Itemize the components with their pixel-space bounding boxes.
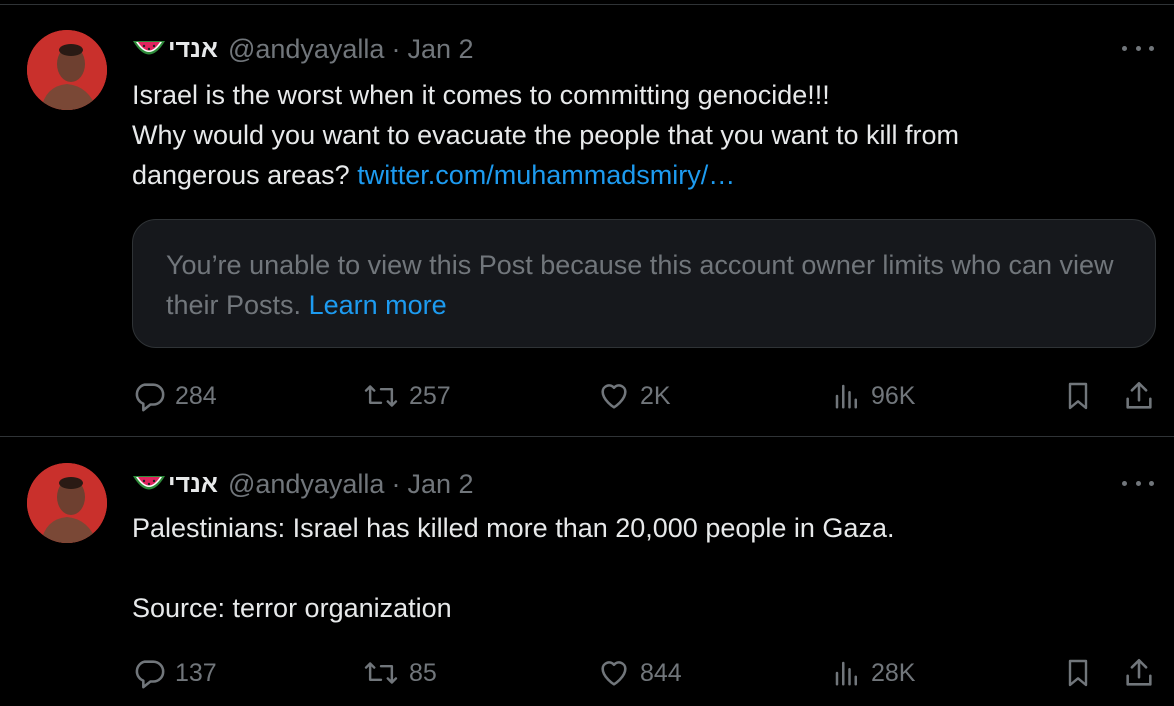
repost-icon (364, 662, 398, 684)
share-button[interactable] (1122, 655, 1165, 691)
like-button[interactable]: 2K (597, 378, 671, 414)
display-name[interactable]: אנדי (168, 470, 218, 499)
separator-dot: · (391, 33, 401, 64)
repost-icon (364, 385, 398, 407)
more-options-button[interactable] (1122, 473, 1154, 493)
tweet-text-line: Source: terror organization (132, 593, 452, 623)
tweet-text-segment: dangerous areas? (132, 160, 350, 190)
user-handle[interactable]: @andyayalla (228, 34, 385, 65)
tweet-text: Palestinians: Israel has killed more tha… (132, 508, 1142, 628)
learn-more-link[interactable]: Learn more (309, 290, 447, 320)
views-button[interactable]: 96K (832, 378, 915, 414)
share-button[interactable] (1122, 378, 1165, 414)
reply-count: 284 (175, 381, 217, 410)
heart-icon (601, 661, 627, 686)
views-icon (835, 661, 857, 686)
like-button[interactable]: 844 (597, 655, 682, 691)
post-date[interactable]: Jan 2 (407, 34, 473, 65)
avatar-image (27, 30, 107, 110)
more-options-button[interactable] (1122, 38, 1154, 58)
user-handle[interactable]: @andyayalla (228, 469, 385, 500)
more-horizontal-icon (1122, 45, 1127, 51)
like-count: 2K (640, 381, 671, 410)
reply-button[interactable]: 284 (132, 378, 217, 414)
tweet-link[interactable]: twitter.com/muhammadsmiry/… (357, 160, 735, 190)
action-bar: 284 257 2K 96K (132, 378, 1162, 414)
reply-button[interactable]: 137 (132, 655, 217, 691)
bookmark-icon (1068, 659, 1088, 687)
reply-icon (135, 383, 165, 412)
tweet-text-line: Israel is the worst when it comes to com… (132, 80, 830, 110)
avatar[interactable] (27, 30, 107, 110)
action-bar: 137 85 844 28K (132, 655, 1162, 691)
unavailable-notice: You’re unable to view this Post because … (166, 245, 1141, 325)
repost-count: 257 (409, 381, 451, 410)
bookmark-button[interactable] (1062, 378, 1103, 414)
repost-button[interactable]: 257 (362, 378, 451, 414)
display-name[interactable]: אנדי (168, 35, 218, 64)
views-icon (835, 384, 857, 409)
more-horizontal-icon (1122, 480, 1127, 486)
unavailable-quote-card: You’re unable to view this Post because … (132, 219, 1156, 348)
avatar[interactable] (27, 463, 107, 543)
bookmark-icon (1068, 382, 1088, 410)
share-icon (1126, 658, 1152, 686)
heart-icon (601, 384, 627, 409)
watermelon-icon (133, 476, 165, 490)
view-count: 96K (871, 381, 916, 410)
tweet-text-line: dangerous areas? twitter.com/muhammadsmi… (132, 155, 1142, 195)
reply-count: 137 (175, 658, 217, 687)
reply-icon (135, 660, 165, 689)
watermelon-icon (133, 41, 165, 55)
view-count: 28K (871, 658, 916, 687)
tweet-text: Israel is the worst when it comes to com… (132, 75, 1142, 195)
avatar-image (27, 463, 107, 543)
tweet-header: אנדי @andyayalla · Jan 2 (132, 467, 474, 501)
repost-count: 85 (409, 658, 437, 687)
tweet-text-line: Why would you want to evacuate the peopl… (132, 120, 959, 150)
tweet-header: אנדי @andyayalla · Jan 2 (132, 32, 474, 66)
tweet[interactable]: אנדי @andyayalla · Jan 2 Palestinians: I… (0, 437, 1174, 706)
tweet[interactable]: אנדי @andyayalla · Jan 2 Israel is the w… (0, 0, 1174, 437)
separator-dot: · (391, 468, 401, 499)
like-count: 844 (640, 658, 682, 687)
repost-button[interactable]: 85 (362, 655, 437, 691)
post-date[interactable]: Jan 2 (407, 469, 473, 500)
bookmark-button[interactable] (1062, 655, 1103, 691)
tweet-text-line: Palestinians: Israel has killed more tha… (132, 513, 895, 543)
share-icon (1126, 381, 1152, 409)
views-button[interactable]: 28K (832, 655, 915, 691)
